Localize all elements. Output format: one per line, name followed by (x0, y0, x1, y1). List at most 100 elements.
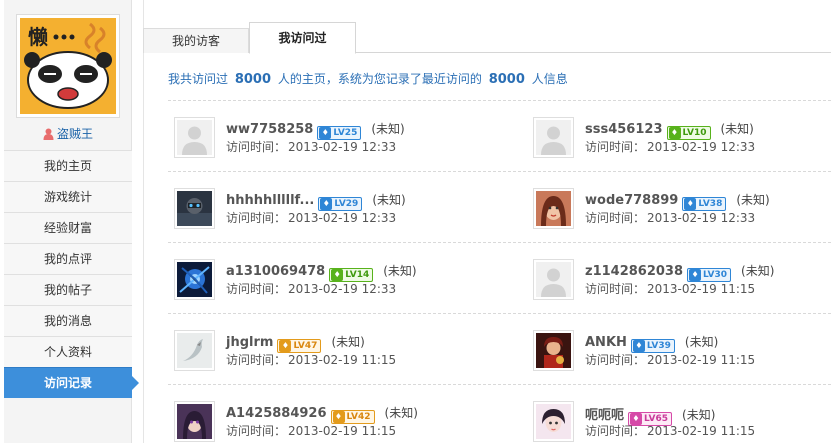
avatar[interactable]: 懒 (16, 14, 120, 118)
visitor-gender: (未知) (383, 264, 417, 278)
sidebar-item-my-messages[interactable]: 我的消息 (4, 305, 132, 336)
visit-time-label: 访问时间： (226, 211, 287, 225)
visitor-name-link[interactable]: A1425884926 (226, 406, 327, 421)
visit-time: 访问时间： 2013-02-19 11:15 (585, 351, 755, 368)
visit-time-label: 访问时间： (585, 424, 646, 438)
main-content: 我的访客 我访问过 我共访问过 8000 人的主页，系统为您记录了最近访问的 8… (143, 0, 831, 443)
visit-card: ww7758258LV25(未知)访问时间：2013-02-19 12:33 (174, 117, 504, 159)
sidebar-item-experience-wealth[interactable]: 经验财富 (4, 212, 132, 243)
sidebar-item-profile[interactable]: 个人资料 (4, 336, 132, 367)
visit-time-label: 访问时间： (226, 140, 287, 154)
visit-time: 访问时间： 2013-02-19 11:15 (585, 280, 755, 297)
visitor-gender: (未知) (684, 335, 719, 349)
visitor-avatar[interactable] (174, 259, 215, 300)
visitor-avatar[interactable] (174, 330, 215, 371)
visitor-name-link[interactable]: jhglrm (226, 335, 273, 350)
visitor-avatar-image (536, 404, 571, 439)
visitor-name-link[interactable]: 呃呃呃 (585, 408, 624, 423)
visit-time-label: 访问时间： (226, 424, 287, 438)
visitor-avatar[interactable] (533, 259, 574, 300)
visitor-name-link[interactable]: hhhhhlllllf... (226, 193, 314, 208)
visit-card: wode778899LV38(未知)访问时间：2013-02-19 12:33 (533, 188, 831, 230)
tab-visited-by-me[interactable]: 我访问过 (249, 22, 356, 54)
visit-time: 访问时间： 2013-02-19 12:33 (226, 138, 396, 155)
visitor-gender: (未知) (720, 122, 754, 136)
visitor-name-link[interactable]: a1310069478 (226, 264, 325, 279)
visitor-info: sss456123LV10(未知) (585, 120, 754, 140)
visit-card: z1142862038LV30(未知)访问时间：2013-02-19 11:15 (533, 259, 831, 301)
visitor-gender: (未知) (682, 408, 716, 422)
visit-card: 呃呃呃LV65(未知)访问时间：2013-02-19 11:15 (533, 401, 831, 443)
visit-time-label: 访问时间： (585, 282, 646, 296)
visitor-avatar-image (536, 191, 571, 226)
visitor-info: ANKHLV39(未知) (585, 333, 718, 353)
visitor-gender: (未知) (736, 193, 770, 207)
visit-time-value: 2013-02-19 12:33 (288, 140, 397, 154)
visit-time-label: 访问时间： (226, 353, 287, 367)
sidebar-item-game-stats[interactable]: 游戏统计 (4, 181, 132, 212)
visitor-avatar[interactable] (533, 117, 574, 158)
visit-time-value: 2013-02-19 12:33 (647, 140, 756, 154)
visitor-info: A1425884926LV42(未知) (226, 404, 418, 424)
visit-card: hhhhhlllllf...LV29(未知)访问时间：2013-02-19 12… (174, 188, 504, 230)
sidebar-item-visit-records[interactable]: 访问记录 (4, 367, 139, 398)
panda-avatar-image: 懒 (20, 18, 116, 114)
visitor-name-link[interactable]: wode778899 (585, 193, 678, 208)
sidebar-item-my-reviews[interactable]: 我的点评 (4, 243, 132, 274)
visitor-gender: (未知) (741, 264, 775, 278)
summary-middle: 人的主页，系统为您记录了最近访问的 (277, 72, 482, 86)
visit-row: A1425884926LV42(未知)访问时间：2013-02-19 11:15… (168, 384, 831, 443)
visit-time-value: 2013-02-19 12:33 (288, 282, 397, 296)
summary-suffix: 人信息 (531, 72, 568, 86)
visit-time-label: 访问时间： (585, 211, 646, 225)
visit-time-value: 2013-02-19 11:15 (647, 424, 756, 438)
sidebar-nav: 我的主页 游戏统计 经验财富 我的点评 我的帖子 我的消息 个人资料 访问记录 (4, 150, 139, 398)
visit-time-value: 2013-02-19 11:15 (288, 424, 397, 438)
visitor-avatar-image (177, 262, 212, 297)
visitor-name-link[interactable]: ANKH (585, 335, 627, 350)
visitor-avatar[interactable] (174, 188, 215, 229)
visitor-name-link[interactable]: sss456123 (585, 122, 663, 137)
visitor-avatar[interactable] (174, 117, 215, 158)
visitor-name-link[interactable]: ww7758258 (226, 122, 313, 137)
visitor-gender: (未知) (372, 193, 406, 207)
visit-card: a1310069478LV14(未知)访问时间：2013-02-19 12:33 (174, 259, 504, 301)
visit-time: 访问时间： 2013-02-19 11:15 (226, 422, 396, 439)
visitor-info: jhglrmLV47(未知) (226, 333, 365, 353)
visit-time-label: 访问时间： (585, 353, 646, 367)
summary-count-visited: 8000 (234, 72, 272, 87)
visit-card: ANKHLV39(未知)访问时间：2013-02-19 11:15 (533, 330, 831, 372)
visitor-avatar[interactable] (533, 330, 574, 371)
visitor-info: ww7758258LV25(未知) (226, 120, 405, 140)
visitor-info: a1310069478LV14(未知) (226, 262, 417, 282)
user-icon (43, 128, 54, 143)
visitor-avatar[interactable] (533, 401, 574, 442)
visit-time-value: 2013-02-19 12:33 (288, 211, 397, 225)
visit-time: 访问时间： 2013-02-19 12:33 (226, 280, 396, 297)
visit-time: 访问时间： 2013-02-19 12:33 (585, 209, 755, 226)
visit-time: 访问时间： 2013-02-19 12:33 (585, 138, 755, 155)
sidebar-item-my-posts[interactable]: 我的帖子 (4, 274, 132, 305)
visitor-avatar-image (177, 404, 212, 439)
visitor-info: hhhhhlllllf...LV29(未知) (226, 191, 406, 211)
visit-time-label: 访问时间： (585, 140, 646, 154)
visit-time: 访问时间： 2013-02-19 11:15 (585, 422, 755, 439)
visitor-gender: (未知) (331, 335, 365, 349)
visit-time-value: 2013-02-19 11:15 (288, 353, 397, 367)
visitor-avatar-image (177, 191, 212, 226)
visitor-info: z1142862038LV30(未知) (585, 262, 774, 282)
sidebar-item-home[interactable]: 我的主页 (4, 150, 132, 181)
visitor-avatar[interactable] (533, 188, 574, 229)
visitor-avatar[interactable] (174, 401, 215, 442)
visitor-info: wode778899LV38(未知) (585, 191, 770, 211)
summary-count-recorded: 8000 (488, 72, 525, 87)
visit-row: a1310069478LV14(未知)访问时间：2013-02-19 12:33… (168, 242, 831, 313)
tab-my-visitors[interactable]: 我的访客 (143, 28, 249, 53)
svg-text:懒: 懒 (28, 25, 48, 49)
visitor-avatar-image (536, 120, 571, 155)
visit-row: jhglrmLV47(未知)访问时间：2013-02-19 11:15ANKHL… (168, 313, 831, 384)
summary-prefix: 我共访问过 (168, 72, 229, 86)
visitor-avatar-image (177, 333, 212, 368)
username[interactable]: 盗贼王 (4, 125, 132, 143)
visitor-name-link[interactable]: z1142862038 (585, 264, 683, 279)
